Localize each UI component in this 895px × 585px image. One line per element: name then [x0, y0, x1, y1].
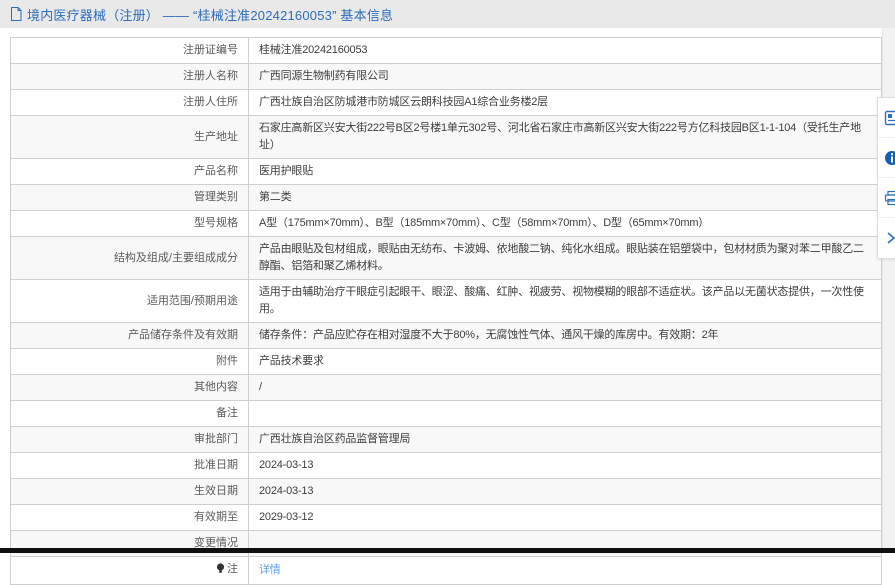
table-row: 注册人住所广西壮族自治区防城港市防城区云朗科技园A1综合业务楼2层	[11, 90, 882, 116]
row-label: 注册人住所	[11, 90, 249, 116]
table-row: 产品储存条件及有效期储存条件：产品应贮存在相对湿度不大于80%，无腐蚀性气体、通…	[11, 323, 882, 349]
table-row: 有效期至2029-03-12	[11, 505, 882, 531]
row-value: 桂械注准20242160053	[249, 38, 882, 64]
row-value: 适用于由辅助治疗干眼症引起眼干、眼涩、酸痛、红肿、视疲劳、视物模糊的眼部不适症状…	[249, 280, 882, 323]
chevron-right-icon[interactable]	[878, 218, 895, 258]
row-label: 注	[11, 557, 249, 585]
row-value: A型（175mm×70mm）、B型（185mm×70mm）、C型（58mm×70…	[249, 211, 882, 237]
row-label: 注册人名称	[11, 64, 249, 90]
row-label: 产品名称	[11, 159, 249, 185]
table-row: 批准日期2024-03-13	[11, 453, 882, 479]
footer-bar	[0, 548, 895, 553]
row-value: 广西壮族自治区药品监督管理局	[249, 427, 882, 453]
row-label: 型号规格	[11, 211, 249, 237]
row-label: 注册证编号	[11, 38, 249, 64]
table-row: 其他内容/	[11, 375, 882, 401]
registration-info-table: 注册证编号桂械注准20242160053注册人名称广西同源生物制药有限公司注册人…	[10, 37, 882, 585]
row-label: 产品储存条件及有效期	[11, 323, 249, 349]
page-header: 境内医疗器械（注册） —— “桂械注准20242160053” 基本信息	[0, 0, 895, 28]
row-label: 审批部门	[11, 427, 249, 453]
table-row: 管理类别第二类	[11, 185, 882, 211]
row-label: 有效期至	[11, 505, 249, 531]
table-row: 注册证编号桂械注准20242160053	[11, 38, 882, 64]
row-label: 管理类别	[11, 185, 249, 211]
table-row: 结构及组成/主要组成成分产品由眼贴及包材组成，眼贴由无纺布、卡波姆、依地酸二钠、…	[11, 237, 882, 280]
document-icon	[10, 7, 22, 21]
row-value: 石家庄高新区兴安大街222号B区2号楼1单元302号、河北省石家庄市高新区兴安大…	[249, 116, 882, 159]
row-value	[249, 401, 882, 427]
row-value: 产品由眼贴及包材组成，眼贴由无纺布、卡波姆、依地酸二钠、纯化水组成。眼贴装在铝塑…	[249, 237, 882, 280]
side-toolbar	[877, 97, 895, 259]
info-circle-icon[interactable]	[878, 138, 895, 178]
row-value: 2024-03-13	[249, 453, 882, 479]
table-row: 审批部门广西壮族自治区药品监督管理局	[11, 427, 882, 453]
row-label: 批准日期	[11, 453, 249, 479]
row-label: 生产地址	[11, 116, 249, 159]
page-title: 境内医疗器械（注册） —— “桂械注准20242160053” 基本信息	[27, 5, 393, 24]
table-row: 注册人名称广西同源生物制药有限公司	[11, 64, 882, 90]
table-row: 型号规格A型（175mm×70mm）、B型（185mm×70mm）、C型（58m…	[11, 211, 882, 237]
row-value: 广西同源生物制药有限公司	[249, 64, 882, 90]
bulb-icon	[216, 563, 225, 580]
row-value: /	[249, 375, 882, 401]
table-row: 适用范围/预期用途适用于由辅助治疗干眼症引起眼干、眼涩、酸痛、红肿、视疲劳、视物…	[11, 280, 882, 323]
table-row: 生效日期2024-03-13	[11, 479, 882, 505]
table-row: 产品名称医用护眼贴	[11, 159, 882, 185]
printer-icon[interactable]	[878, 178, 895, 218]
row-value: 医用护眼贴	[249, 159, 882, 185]
row-label: 生效日期	[11, 479, 249, 505]
form-icon[interactable]	[878, 98, 895, 138]
detail-link[interactable]: 详情	[259, 564, 281, 576]
row-value: 储存条件：产品应贮存在相对湿度不大于80%，无腐蚀性气体、通风干燥的库房中。有效…	[249, 323, 882, 349]
table-row: 生产地址石家庄高新区兴安大街222号B区2号楼1单元302号、河北省石家庄市高新…	[11, 116, 882, 159]
row-label: 其他内容	[11, 375, 249, 401]
row-value: 2029-03-12	[249, 505, 882, 531]
row-label: 备注	[11, 401, 249, 427]
table-row: 备注	[11, 401, 882, 427]
row-value: 产品技术要求	[249, 349, 882, 375]
row-value: 广西壮族自治区防城港市防城区云朗科技园A1综合业务楼2层	[249, 90, 882, 116]
row-value: 2024-03-13	[249, 479, 882, 505]
row-label: 结构及组成/主要组成成分	[11, 237, 249, 280]
row-value: 第二类	[249, 185, 882, 211]
row-label: 适用范围/预期用途	[11, 280, 249, 323]
table-row: 注详情	[11, 557, 882, 585]
table-row: 附件产品技术要求	[11, 349, 882, 375]
row-label: 附件	[11, 349, 249, 375]
row-value: 详情	[249, 557, 882, 585]
